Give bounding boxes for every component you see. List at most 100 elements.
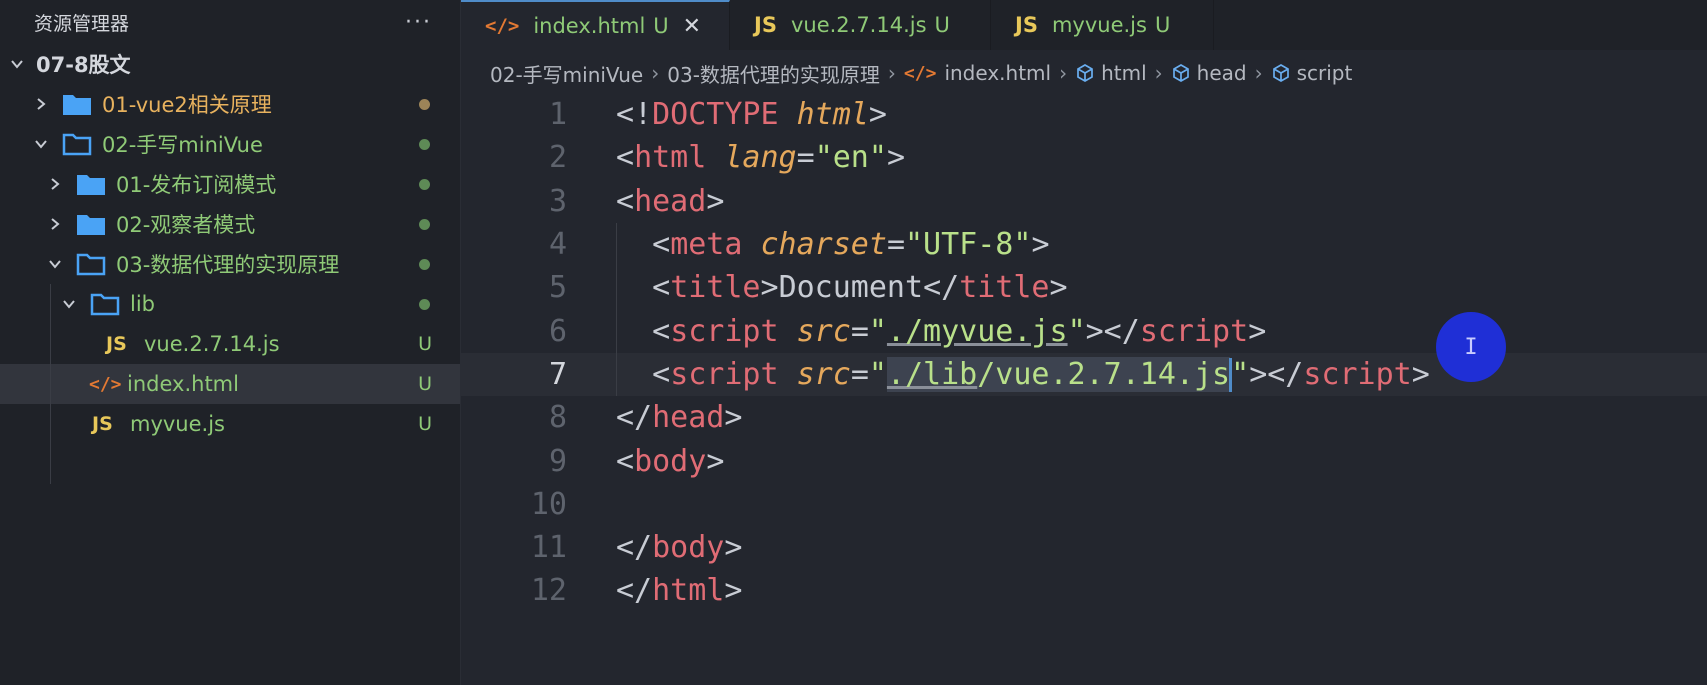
tree-item-file[interactable]: JS myvue.js U bbox=[0, 404, 460, 444]
breadcrumb-item[interactable]: head bbox=[1197, 61, 1247, 85]
code-text: <html lang="en"> bbox=[616, 140, 905, 176]
breadcrumb-item[interactable]: 02-手写miniVue bbox=[490, 59, 643, 88]
tree-item-file[interactable]: JS vue.2.7.14.js U bbox=[0, 324, 460, 364]
code-text: <meta charset="UTF-8"> bbox=[652, 227, 1050, 263]
tree-item-folder[interactable]: 01-vue2相关原理 bbox=[0, 84, 460, 124]
folder-icon bbox=[76, 212, 106, 236]
symbol-cube-icon bbox=[1171, 63, 1191, 83]
line-number: 5 bbox=[548, 270, 567, 306]
tree-item-label: lib bbox=[130, 292, 155, 316]
code-line: 12 </html> bbox=[461, 569, 1707, 612]
untracked-dot bbox=[419, 258, 430, 270]
editor-area: </> index.html U ✕ JS vue.2.7.14.js U JS… bbox=[461, 0, 1707, 685]
code-line: 8 </head> bbox=[461, 396, 1707, 439]
code-text: </html> bbox=[616, 573, 743, 609]
symbol-cube-icon bbox=[1075, 63, 1095, 83]
line-number: 9 bbox=[548, 443, 567, 479]
untracked-badge: U bbox=[1154, 13, 1171, 37]
untracked-dot bbox=[419, 178, 430, 190]
line-number: 8 bbox=[548, 400, 567, 436]
tree-item-folder[interactable]: 03-数据代理的实现原理 bbox=[0, 244, 460, 284]
code-line: 3 <head> bbox=[461, 180, 1707, 223]
folder-icon bbox=[76, 172, 106, 196]
chevron-right-icon: › bbox=[1059, 61, 1068, 85]
chevron-right-icon bbox=[46, 215, 64, 233]
tree-item-label: 01-发布订阅模式 bbox=[116, 173, 277, 197]
code-text: </body> bbox=[616, 530, 743, 566]
tab-label: vue.2.7.14.js bbox=[790, 13, 927, 37]
breadcrumb-item[interactable]: 03-数据代理的实现原理 bbox=[667, 59, 880, 88]
line-number: 1 bbox=[548, 97, 567, 133]
tree-item-folder[interactable]: lib bbox=[0, 284, 460, 324]
untracked-badge: U bbox=[418, 333, 432, 355]
tree-item-label: index.html bbox=[127, 372, 239, 396]
breadcrumb: 02-手写miniVue › 03-数据代理的实现原理 › </> index.… bbox=[461, 50, 1707, 96]
line-number: 3 bbox=[548, 183, 567, 219]
mouse-pointer-highlight: I bbox=[1436, 312, 1506, 382]
untracked-badge: U bbox=[418, 373, 432, 395]
untracked-badge: U bbox=[418, 413, 432, 435]
untracked-dot bbox=[419, 298, 430, 310]
code-line: 5 <title>Document</title> bbox=[461, 266, 1707, 310]
html-file-icon: </> bbox=[89, 373, 122, 395]
tree-item-file[interactable]: </> index.html U bbox=[0, 364, 460, 404]
js-file-icon: JS bbox=[1015, 13, 1038, 37]
tree-item-folder[interactable]: 02-观察者模式 bbox=[0, 204, 460, 244]
untracked-badge: U bbox=[934, 13, 950, 37]
chevron-down-icon bbox=[8, 55, 26, 73]
code-line-current: 7 <script src="./lib/vue.2.7.14.js"></sc… bbox=[461, 352, 1707, 397]
breadcrumb-item[interactable]: index.html bbox=[944, 61, 1051, 85]
code-text: <!DOCTYPE html> bbox=[616, 97, 887, 133]
code-text: <head> bbox=[616, 183, 725, 219]
tree-item-label: 03-数据代理的实现原理 bbox=[116, 253, 340, 277]
chevron-down-icon bbox=[46, 255, 64, 273]
tree-item-folder[interactable]: 02-手写miniVue bbox=[0, 124, 460, 164]
code-text: </head> bbox=[616, 400, 743, 436]
chevron-down-icon bbox=[32, 135, 50, 153]
folder-icon bbox=[62, 92, 92, 116]
breadcrumb-item[interactable]: html bbox=[1101, 61, 1147, 85]
tab-vue-js[interactable]: JS vue.2.7.14.js U bbox=[730, 0, 991, 50]
code-line: 1 <!DOCTYPE html> bbox=[461, 93, 1707, 136]
editor-tabs: </> index.html U ✕ JS vue.2.7.14.js U JS… bbox=[461, 0, 1707, 50]
chevron-right-icon bbox=[46, 175, 64, 193]
tree-indent-guide bbox=[50, 284, 51, 484]
code-editor[interactable]: 1 <!DOCTYPE html> 2 <html lang="en"> 3 <… bbox=[461, 93, 1707, 613]
line-number: 2 bbox=[548, 140, 567, 176]
close-icon[interactable]: ✕ bbox=[683, 14, 701, 39]
code-line: 11 </body> bbox=[461, 526, 1707, 569]
chevron-right-icon: › bbox=[1254, 61, 1263, 85]
untracked-badge: U bbox=[653, 14, 669, 38]
chevron-right-icon bbox=[32, 95, 50, 113]
code-line: 2 <html lang="en"> bbox=[461, 136, 1707, 179]
untracked-dot bbox=[419, 138, 430, 150]
tab-label: myvue.js bbox=[1051, 13, 1147, 37]
symbol-cube-icon bbox=[1271, 63, 1291, 83]
code-line: 6 <script src="./myvue.js"></script> bbox=[461, 309, 1707, 353]
tree-item-label: vue.2.7.14.js bbox=[144, 332, 280, 356]
breadcrumb-item[interactable]: script bbox=[1297, 61, 1353, 85]
line-number: 4 bbox=[548, 227, 567, 263]
code-text: <title>Document</title> bbox=[652, 270, 1068, 306]
tree-item-label: 02-观察者模式 bbox=[116, 213, 256, 237]
line-number: 11 bbox=[530, 530, 567, 566]
code-line: 4 <meta charset="UTF-8"> bbox=[461, 222, 1707, 267]
tree-root-folder[interactable]: 07-8股文 bbox=[0, 44, 460, 84]
folder-open-icon bbox=[90, 292, 120, 316]
more-actions-icon[interactable]: ··· bbox=[405, 10, 432, 35]
code-text: <body> bbox=[616, 443, 725, 479]
tab-myvue-js[interactable]: JS myvue.js U bbox=[991, 0, 1214, 50]
tab-bar-filler bbox=[1214, 0, 1707, 50]
tree-item-label: 02-手写miniVue bbox=[102, 133, 263, 157]
root-folder-label: 07-8股文 bbox=[36, 53, 131, 77]
tree-item-folder[interactable]: 01-发布订阅模式 bbox=[0, 164, 460, 204]
explorer-title: 资源管理器 bbox=[34, 12, 130, 35]
code-text: <script src="./myvue.js"></script> bbox=[652, 313, 1267, 349]
code-line: 9 <body> bbox=[461, 439, 1707, 482]
line-number: 7 bbox=[548, 356, 567, 392]
chevron-right-icon: › bbox=[887, 61, 896, 85]
js-file-icon: JS bbox=[92, 413, 113, 435]
tab-index-html[interactable]: </> index.html U ✕ bbox=[461, 0, 730, 50]
line-number: 6 bbox=[548, 313, 567, 349]
chevron-right-icon: › bbox=[651, 61, 660, 85]
